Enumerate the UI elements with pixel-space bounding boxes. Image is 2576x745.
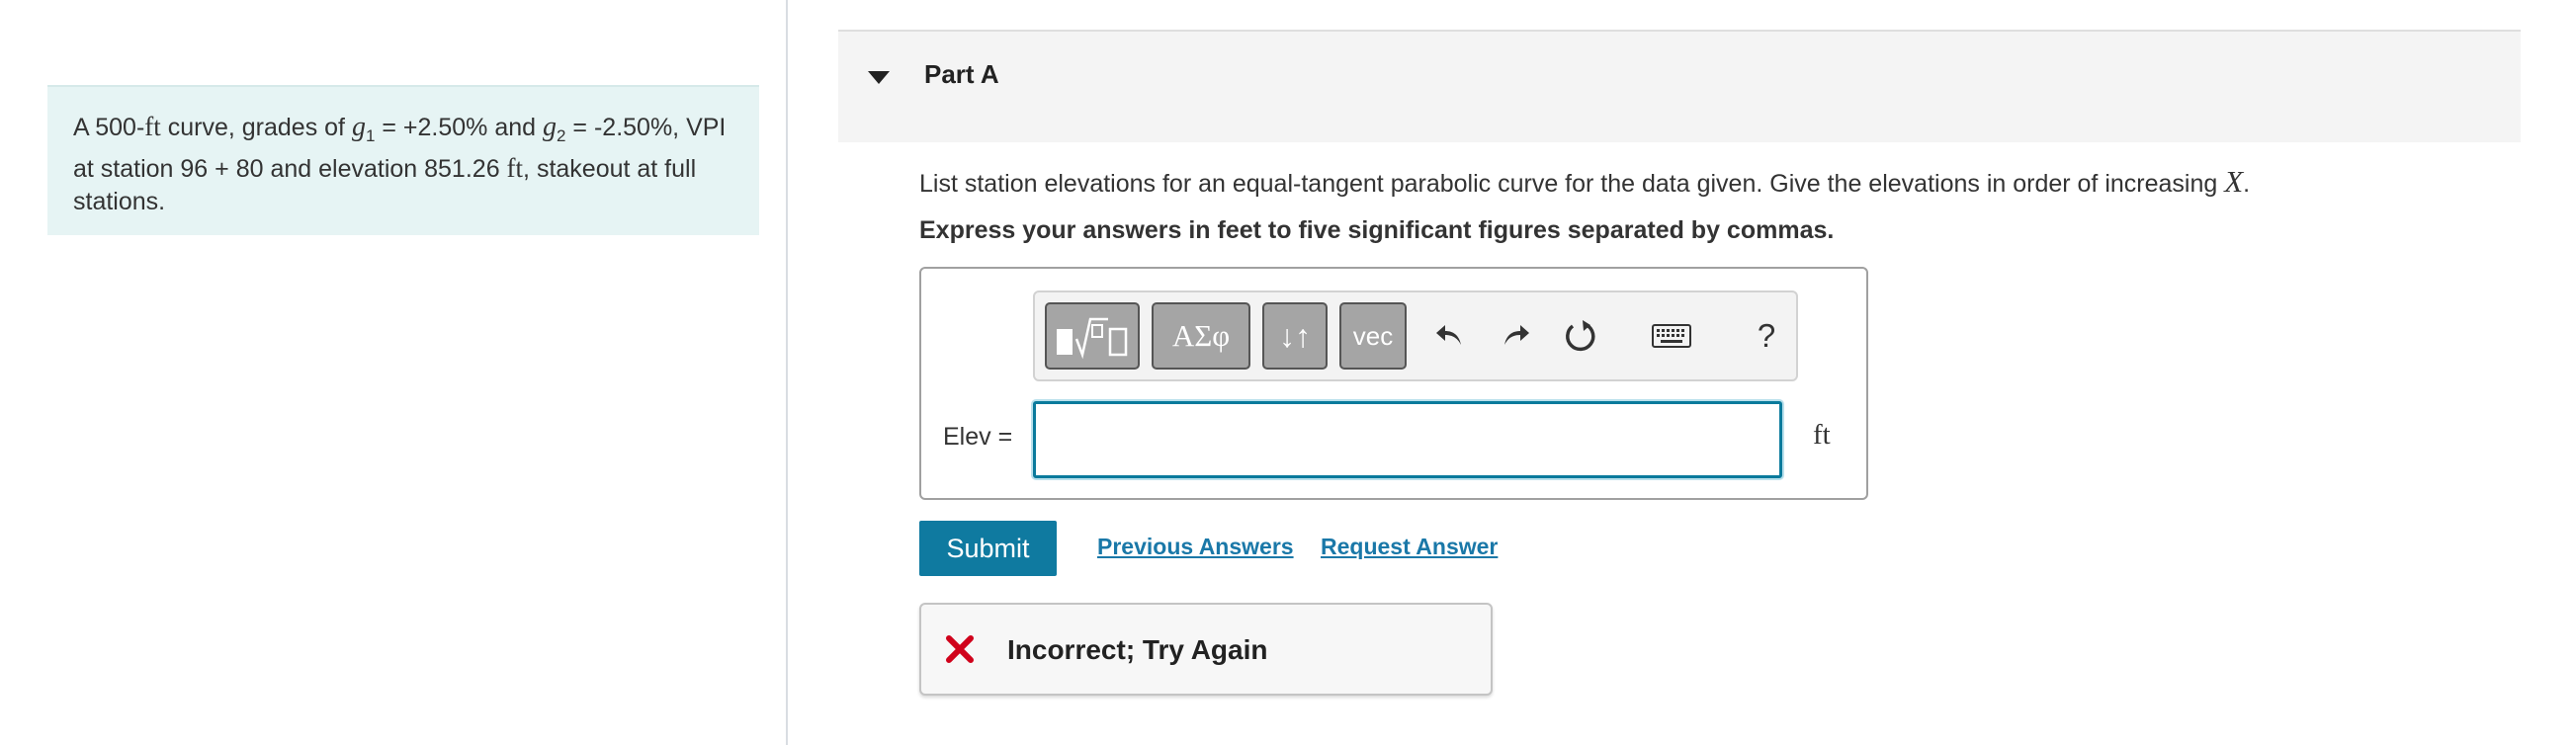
panel-divider xyxy=(786,0,788,745)
problem-text: = +2.50% and xyxy=(375,114,543,141)
arrows-button[interactable]: ↓↑ xyxy=(1262,302,1328,370)
elev-input[interactable] xyxy=(1033,401,1782,478)
reset-button[interactable] xyxy=(1553,302,1608,370)
question-body: List station elevations for an equal-tan… xyxy=(919,170,2225,198)
incorrect-x-icon xyxy=(946,635,974,663)
reset-icon xyxy=(1566,320,1595,352)
request-answer-link[interactable]: Request Answer xyxy=(1321,534,1498,560)
grade-g1-symbol: g xyxy=(351,112,366,142)
question-text: List station elevations for an equal-tan… xyxy=(919,164,2250,200)
redo-icon xyxy=(1504,325,1529,345)
part-a-header[interactable]: Part A xyxy=(838,32,2521,142)
question-end: . xyxy=(2243,170,2251,198)
problem-text: A 500- xyxy=(73,114,145,141)
feedback-text: Incorrect; Try Again xyxy=(1007,634,1268,665)
undo-button[interactable] xyxy=(1422,302,1478,370)
submit-button[interactable]: Submit xyxy=(919,521,1057,576)
grade-g2-symbol: g xyxy=(543,112,557,142)
greek-symbols-button[interactable]: ΑΣφ xyxy=(1152,302,1250,370)
grade-g1-subscript: 1 xyxy=(365,126,376,145)
undo-icon xyxy=(1436,325,1461,345)
answer-frame: ΑΣφ ↓↑ vec ? Elev = ft xyxy=(919,267,1868,500)
previous-answers-link[interactable]: Previous Answers xyxy=(1097,534,1294,560)
answer-instruction: Express your answers in feet to five sig… xyxy=(919,216,1835,244)
help-button[interactable]: ? xyxy=(1739,302,1794,370)
keyboard-button[interactable] xyxy=(1642,302,1701,370)
templates-button[interactable] xyxy=(1045,302,1140,370)
unit-ft: ft xyxy=(506,153,524,183)
elev-label: Elev = xyxy=(943,423,1013,451)
problem-text: curve, grades of xyxy=(160,114,352,141)
feedback-box: Incorrect; Try Again xyxy=(919,603,1493,696)
unit-ft: ft xyxy=(144,112,161,141)
part-title: Part A xyxy=(924,59,999,89)
problem-statement: A 500-ft curve, grades of g1 = +2.50% an… xyxy=(47,85,759,235)
keyboard-icon xyxy=(1652,324,1691,348)
templates-icon xyxy=(1057,317,1128,360)
redo-button[interactable] xyxy=(1488,302,1543,370)
math-toolbar: ΑΣφ ↓↑ vec ? xyxy=(1033,290,1798,381)
unit-label: ft xyxy=(1813,419,1831,451)
question-variable: X xyxy=(2224,164,2244,199)
collapse-caret-icon[interactable] xyxy=(868,71,890,84)
vector-button[interactable]: vec xyxy=(1339,302,1407,370)
